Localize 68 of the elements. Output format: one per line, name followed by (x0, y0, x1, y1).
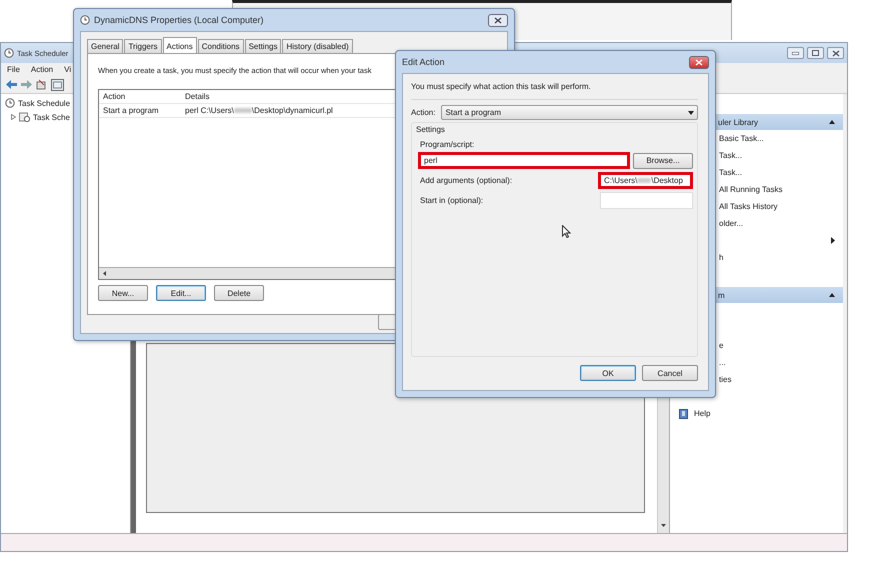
action-link[interactable]: All Tasks History (719, 202, 778, 211)
field-label: Start in (optional): (420, 196, 484, 205)
dialog-button[interactable]: Delete (214, 285, 264, 301)
close-icon (695, 58, 703, 66)
close-icon (832, 50, 840, 56)
dialog-button[interactable]: OK (580, 365, 636, 381)
input-field[interactable]: C:\Users\ \Desktop (598, 172, 693, 189)
action-link[interactable]: h (719, 253, 724, 262)
close-button[interactable] (488, 14, 508, 26)
action-link[interactable]: ties (719, 375, 732, 384)
group-label: Settings (416, 125, 446, 134)
field-label: Program/script: (420, 140, 476, 149)
minimize-icon (792, 52, 799, 54)
dialog-title: Edit Action (402, 57, 445, 67)
scroll-down-icon[interactable] (661, 524, 666, 527)
input-field[interactable]: perl (418, 152, 630, 169)
tab[interactable]: History (disabled) (282, 39, 353, 53)
back-icon[interactable] (6, 80, 17, 89)
close-icon (494, 16, 502, 24)
tree-item[interactable]: Task Sche (33, 112, 70, 122)
action-link[interactable]: Task... (719, 151, 742, 160)
menu-item[interactable]: Vi (64, 65, 72, 74)
task-icon[interactable] (36, 79, 47, 90)
dropdown-arrow-icon (688, 110, 694, 114)
table-cell-text: Start a program (103, 106, 160, 115)
tree-item[interactable]: Task Schedule (18, 98, 70, 108)
tab[interactable]: Actions (162, 37, 197, 54)
tab[interactable]: Conditions (198, 39, 244, 53)
panel-icon[interactable] (51, 78, 64, 90)
clock-icon (5, 98, 15, 108)
action-link[interactable]: Help (694, 409, 710, 418)
action-link[interactable]: older... (719, 219, 744, 228)
action-link[interactable]: Basic Task... (719, 134, 764, 143)
input-field[interactable] (600, 192, 693, 209)
dialog-button[interactable]: Edit... (156, 285, 206, 301)
menu-item[interactable]: File (7, 65, 20, 74)
help-book-icon (679, 408, 688, 418)
action-link[interactable]: e (719, 341, 724, 350)
expander-icon[interactable] (11, 114, 16, 120)
clock-icon (80, 15, 90, 25)
tab[interactable]: Settings (244, 39, 282, 53)
tab[interactable]: General (87, 39, 124, 53)
submenu-arrow-icon[interactable] (831, 237, 835, 244)
clock-icon (4, 48, 14, 58)
maximize-button[interactable] (807, 47, 824, 59)
collapse-icon[interactable] (829, 120, 835, 124)
tab[interactable]: Triggers (124, 39, 162, 53)
scroll-left-icon[interactable] (103, 271, 106, 276)
calendar-icon (19, 112, 30, 122)
action-link[interactable]: Task... (719, 168, 742, 177)
browse-button[interactable]: Browse... (633, 152, 693, 168)
action-link[interactable]: ... (719, 358, 726, 367)
minimize-button[interactable] (787, 47, 804, 59)
dialog-button[interactable]: New... (98, 285, 148, 301)
action-dropdown[interactable]: Start a program (441, 105, 698, 120)
instruction-text: You must specify what action this task will perform. (411, 82, 592, 91)
close-button[interactable] (827, 47, 844, 59)
dialog-button[interactable]: Cancel (642, 365, 698, 381)
maximize-icon (812, 50, 819, 56)
close-button[interactable] (689, 56, 709, 68)
field-label: Action: (411, 108, 436, 117)
column-header[interactable]: Action (103, 92, 185, 101)
collapse-icon[interactable] (829, 293, 835, 297)
action-link[interactable]: All Running Tasks (719, 185, 782, 194)
mouse-pointer-icon (562, 225, 571, 238)
dialog-title: DynamicDNS Properties (Local Computer) (94, 15, 264, 25)
menu-item[interactable]: Action (30, 65, 54, 74)
field-label: Add arguments (optional): (420, 176, 512, 185)
